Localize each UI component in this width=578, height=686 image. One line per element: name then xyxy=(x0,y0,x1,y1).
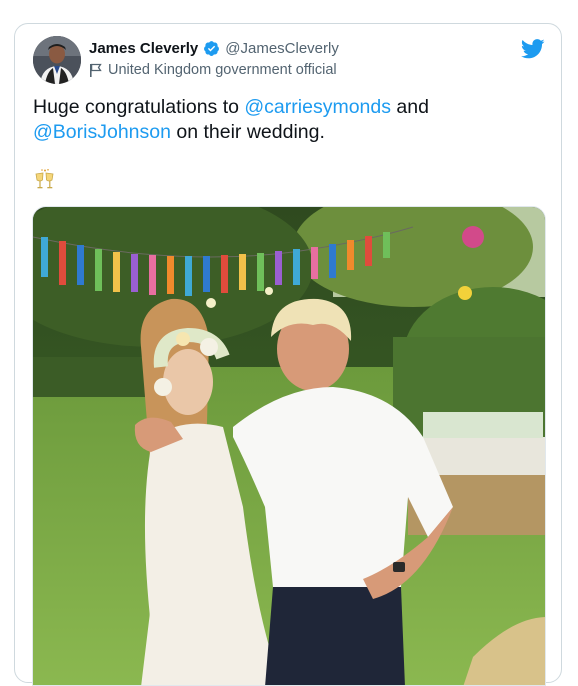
mention-link-carriesymonds[interactable]: @carriesymonds xyxy=(244,96,391,118)
verified-badge-icon xyxy=(204,41,220,56)
author-display-name[interactable]: James Cleverly xyxy=(89,40,198,57)
government-label[interactable]: United Kingdom government official xyxy=(89,62,337,78)
avatar[interactable] xyxy=(33,36,81,84)
tweet-photo[interactable] xyxy=(32,206,546,686)
mention-link-borisjohnson[interactable]: @BorisJohnson xyxy=(33,121,171,143)
tweet-text-part: Huge congratulations to xyxy=(33,96,245,118)
flag-icon xyxy=(90,63,102,77)
tweet-card[interactable]: James Cleverly @JamesCleverly United Kin… xyxy=(14,23,562,686)
label-text: United Kingdom government official xyxy=(108,62,337,78)
wedding-photo-image xyxy=(33,207,545,685)
tweet-text-part: and xyxy=(390,96,429,118)
author-handle[interactable]: @JamesCleverly xyxy=(225,40,339,57)
tweet-text-part: on their wedding. xyxy=(170,121,325,143)
twitter-bird-icon[interactable] xyxy=(521,38,545,60)
tweet-text: Huge congratulations to @carriesymonds a… xyxy=(33,95,545,145)
clinking-glasses-emoji-icon xyxy=(35,169,54,189)
